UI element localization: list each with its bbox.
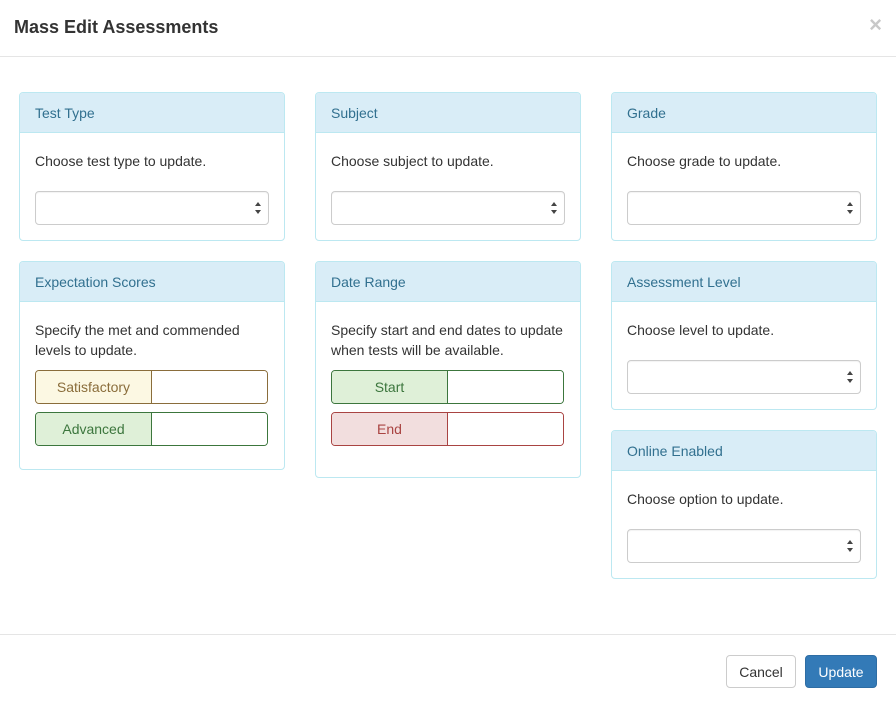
select-arrows-icon [847, 202, 853, 214]
satisfactory-input[interactable] [152, 371, 267, 403]
close-icon[interactable]: × [869, 14, 882, 36]
online-enabled-description: Choose option to update. [627, 491, 784, 507]
grade-description: Choose grade to update. [627, 153, 782, 169]
update-button[interactable]: Update [805, 655, 877, 688]
grade-panel: Grade Choose grade to update. [611, 92, 877, 241]
select-arrows-icon [551, 202, 557, 214]
subject-heading: Subject [316, 93, 580, 133]
advanced-label: Advanced [36, 413, 152, 445]
expectation-scores-heading: Expectation Scores [20, 262, 284, 302]
online-enabled-panel: Online Enabled Choose option to update. [611, 430, 877, 579]
date-range-panel: Date Range Specify start and end dates t… [315, 261, 581, 478]
start-date-input-group: Start [331, 370, 564, 404]
start-date-input[interactable] [448, 371, 563, 403]
end-date-input[interactable] [448, 413, 563, 445]
start-date-label: Start [332, 371, 448, 403]
end-date-label: End [332, 413, 448, 445]
test-type-select[interactable] [35, 191, 269, 225]
select-arrows-icon [847, 540, 853, 552]
cancel-button[interactable]: Cancel [726, 655, 796, 688]
expectation-scores-description: Specify the met and commended levels to … [35, 322, 240, 358]
select-arrows-icon [255, 202, 261, 214]
online-enabled-heading: Online Enabled [612, 431, 876, 471]
assessment-level-description: Choose level to update. [627, 322, 775, 338]
grade-heading: Grade [612, 93, 876, 133]
subject-panel: Subject Choose subject to update. [315, 92, 581, 241]
online-enabled-select[interactable] [627, 529, 861, 563]
mass-edit-modal: Mass Edit Assessments × Test Type Choose… [0, 0, 896, 706]
satisfactory-label: Satisfactory [36, 371, 152, 403]
grade-select[interactable] [627, 191, 861, 225]
test-type-heading: Test Type [20, 93, 284, 133]
test-type-panel: Test Type Choose test type to update. [19, 92, 285, 241]
modal-header: Mass Edit Assessments × [0, 0, 896, 57]
assessment-level-select[interactable] [627, 360, 861, 394]
modal-title: Mass Edit Assessments [14, 17, 219, 37]
subject-description: Choose subject to update. [331, 153, 494, 169]
advanced-input-group: Advanced [35, 412, 268, 446]
advanced-input[interactable] [152, 413, 267, 445]
modal-footer: Cancel Update [0, 634, 896, 706]
satisfactory-input-group: Satisfactory [35, 370, 268, 404]
select-arrows-icon [847, 371, 853, 383]
date-range-heading: Date Range [316, 262, 580, 302]
date-range-description: Specify start and end dates to update wh… [331, 322, 563, 358]
test-type-description: Choose test type to update. [35, 153, 207, 169]
end-date-input-group: End [331, 412, 564, 446]
subject-select[interactable] [331, 191, 565, 225]
assessment-level-panel: Assessment Level Choose level to update. [611, 261, 877, 410]
assessment-level-heading: Assessment Level [612, 262, 876, 302]
expectation-scores-panel: Expectation Scores Specify the met and c… [19, 261, 285, 470]
